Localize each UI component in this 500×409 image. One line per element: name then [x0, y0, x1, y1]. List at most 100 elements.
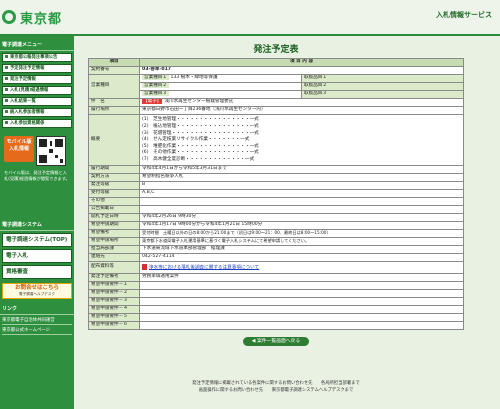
location: 東京都日野市石田一丁目236番地（浅川水再生センター内） — [139, 106, 464, 115]
table-row: 希望申請場所 東京都下水道局電子入札運用基準に基づく電子入札システムにて希望申請し… — [88, 237, 464, 246]
handled-item-3: 取扱品目３ — [301, 90, 464, 99]
row-label: 希望備考 — [88, 229, 140, 238]
row-label: 配布資料等 — [88, 261, 140, 274]
table-row: 担当局部課 下水道局流域下水道本部管理部 経理課 — [88, 245, 464, 254]
sidebar-item-participants[interactable]: 統入札参加者情報 — [2, 108, 72, 117]
tokyo-emblem-icon — [2, 10, 16, 24]
row-label: 希望申請要件－５ — [88, 313, 140, 322]
helpdesk-banner[interactable]: お問合せはこちら 電子調達ヘルプデスク — [2, 283, 72, 299]
subject: 【電子】 浅川水再生センター植栽管理委託 — [139, 98, 464, 107]
requirement-1 — [139, 281, 464, 290]
page-title: 発注予定表 — [253, 45, 299, 55]
bullet-icon — [5, 66, 8, 69]
row-label: 契約方法 — [88, 173, 140, 182]
documents: 浄水等における落札後調査に関する注意事項について — [139, 261, 464, 274]
contact: 042-527-4114 — [139, 253, 464, 262]
tokyo-logo[interactable]: 東京都 — [2, 6, 76, 28]
row-label: 営業種目 — [88, 74, 140, 99]
electronic-tag: 【電子】 — [142, 99, 163, 105]
table-row: 希望備考 受付時間 土曜日以外の日の8:00から21:00まで（初日は9:00～2… — [88, 229, 464, 238]
row-label: 履行期間 — [88, 165, 140, 174]
sidebar-item-bid-progress[interactable]: 入札(見積)経過情報 — [2, 86, 72, 95]
order-note: 労務単価適用案件 — [139, 273, 464, 282]
sidebar-item-bid-results[interactable]: 入札結果一覧 — [2, 97, 72, 106]
requirement-2 — [139, 289, 464, 298]
documents-link[interactable]: 浄水等における落札後調査に関する注意事項について — [149, 265, 259, 270]
row-label: 履行場所 — [88, 106, 140, 115]
row-label: 契約番号 — [88, 66, 140, 75]
header-content: 項 目 内 容 — [139, 58, 464, 67]
contract-method: 希望制指名競争入札 — [139, 173, 464, 182]
sidebar: 電子調達メニュー 東京都公報発注事項公告 予定発注予定情報 発注予定情報 入札(… — [0, 36, 74, 409]
requirement-3 — [139, 297, 464, 306]
table-row: 営業種目 営業種目１ 133 樹木・緑地等保護 取扱品目１ — [88, 74, 464, 99]
row-label: 発注等級 — [88, 181, 140, 190]
sidebar-item-qualification[interactable]: 入札参加資格関係 — [2, 119, 72, 128]
link-joint-operation[interactable]: 東京都電子自治体共同運営 — [2, 317, 72, 325]
handled-item-2: 取扱品目２ — [301, 82, 464, 91]
row-label: 担当局部課 — [88, 245, 140, 254]
table-header-row: 項目 項 目 内 容 — [88, 58, 464, 67]
row-label: 公告掲載日 — [88, 205, 140, 214]
table-row: 発注等級 B — [88, 181, 464, 190]
table-row: 契約番号 03-巻草-017 — [88, 66, 464, 75]
sidebar-section-links: リンク — [0, 303, 74, 315]
row-label: 件 名 — [88, 98, 140, 107]
bullet-icon — [5, 121, 8, 124]
business-type-label: 営業種目３ — [142, 91, 169, 97]
business-type-3: 営業種目３ — [139, 90, 302, 99]
requirement-6 — [139, 321, 464, 330]
period: 令和4年4月1日から令和5年3月31日まで — [139, 165, 464, 174]
overview-line: (6) その他作業・・・・・・・・・・・・・・・・一式 — [142, 150, 259, 156]
row-label: 発注予定備考 — [88, 273, 140, 282]
apply-note: 受付時間 土曜日以外の日の8:00から21:00まで（初日は9:00～21：00… — [139, 229, 464, 238]
table-row: 発注予定備考 労務単価適用案件 — [88, 273, 464, 282]
row-label: 希望申請要件－６ — [88, 321, 140, 330]
sidebar-section-menu: 電子調達メニュー — [0, 39, 74, 51]
back-to-list-button[interactable]: ◀ 案件一覧画面へ戻る — [243, 337, 309, 346]
overview: (1) 芝生地管理・・・・・・・・・・・・・・・・一式 (2) 植込地管理・・・… — [139, 114, 464, 166]
row-label: 希望申請要件－１ — [88, 281, 140, 290]
sidebar-item-pre-schedule[interactable]: 予定発注予定情報 — [2, 64, 72, 73]
table-row: 配布資料等 浄水等における落札後調査に関する注意事項について — [88, 261, 464, 274]
business-type-value: 133 樹木・緑地等保護 — [170, 75, 218, 81]
mobile-badge[interactable]: モバイル版 入札情報 — [4, 136, 34, 162]
table-row: 希望申請要件－２ — [88, 289, 464, 298]
requirement-5 — [139, 313, 464, 322]
mobile-promo: モバイル版 入札情報 モバイル版は、発注予定情報と入札(見積)経過情報が閲覧でき… — [2, 136, 72, 200]
sidebar-section-system: 電子調達システム — [0, 219, 74, 231]
table-row: 連絡先 042-527-4114 — [88, 253, 464, 262]
overview-line: (2) 植込地管理・・・・・・・・・・・・・・・・一式 — [142, 124, 259, 130]
handled-item-1: 取扱品目１ — [301, 74, 464, 83]
pdf-icon — [142, 263, 147, 270]
department: 下水道局流域下水道本部管理部 経理課 — [139, 245, 464, 254]
row-label: 受付等級 — [88, 189, 140, 198]
sidebar-item-qualification-review[interactable]: 資格審査 — [2, 265, 72, 279]
link-tokyo-official[interactable]: 東京都公式ホームページ — [2, 327, 72, 335]
sidebar-item-e-bid[interactable]: 電子入札 — [2, 249, 72, 263]
org-name: 東京都 — [20, 11, 63, 27]
row-label: 希望申請要件－２ — [88, 289, 140, 298]
table-row: 件 名 【電子】 浅川水再生センター植栽管理委託 — [88, 98, 464, 107]
header-divider — [0, 34, 500, 36]
sidebar-item-system-top[interactable]: 電子調達システム(TOP) — [2, 233, 72, 247]
sidebar-item-order-schedule[interactable]: 発注予定情報 — [2, 75, 72, 84]
row-label: 希望申請要件－３ — [88, 297, 140, 306]
table-row: その他 — [88, 197, 464, 206]
bullet-icon — [5, 77, 8, 80]
sidebar-item-public-notice[interactable]: 東京都公報発注事項公告 — [2, 53, 72, 62]
service-title: 入札情報サービス — [436, 11, 492, 19]
table-row: 契約方法 希望制指名競争入札 — [88, 173, 464, 182]
bullet-icon — [5, 110, 8, 113]
apply-method: 東京都下水道局電子入札運用基準に基づく電子入札システムにて希望申請してください。 — [139, 237, 464, 246]
order-detail-table: 項目 項 目 内 容 契約番号 03-巻草-017 営業種目 営業種目１ 133… — [88, 58, 464, 330]
row-label: 連絡先 — [88, 253, 140, 262]
row-label: 希望申請期間 — [88, 221, 140, 230]
contract-number: 03-巻草-017 — [139, 66, 464, 75]
public-date — [139, 205, 464, 214]
table-row: 開札予定日時 令和4年2月26日 9時30分 — [88, 213, 464, 222]
subject-text: 浅川水再生センター植栽管理委託 — [164, 99, 234, 105]
bullet-icon — [5, 55, 8, 58]
business-type-label: 営業種目２ — [142, 83, 169, 89]
business-type-1: 営業種目１ 133 樹木・緑地等保護 — [139, 74, 302, 83]
